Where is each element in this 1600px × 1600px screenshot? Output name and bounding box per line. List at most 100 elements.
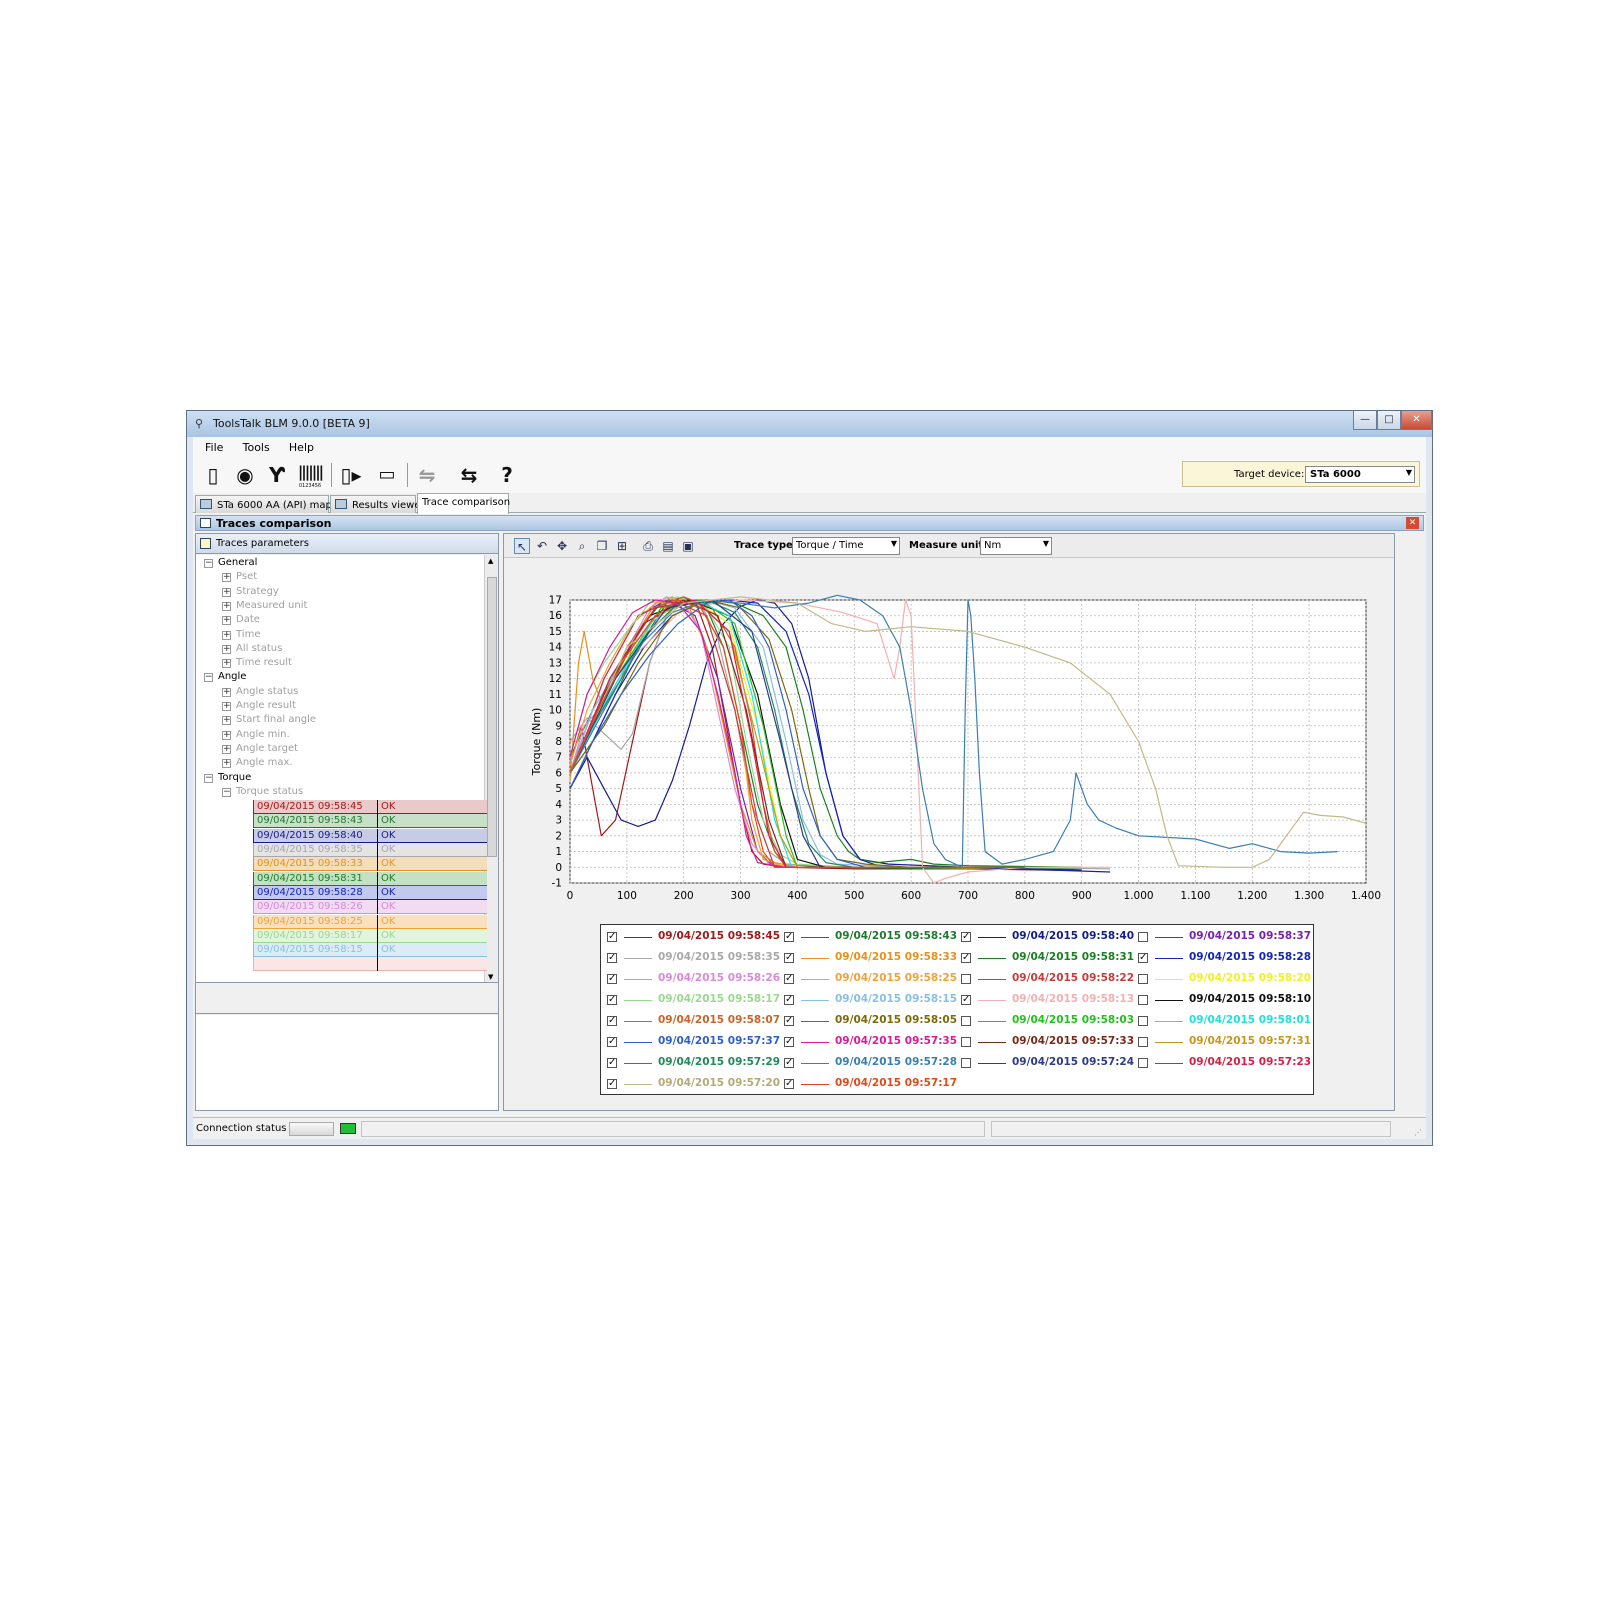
menu-tools[interactable]: Tools [243,441,270,454]
transfer-icon[interactable]: ⇋ [413,461,441,489]
legend-checkbox[interactable]: ✓ [784,1079,794,1089]
tree-expand-icon[interactable]: + [222,587,231,597]
pan-icon[interactable]: ✥ [554,538,570,554]
torque-status-row[interactable]: 09/04/2015 09:58:35 OK [253,843,487,857]
legend-checkbox[interactable] [961,974,971,984]
legend-item[interactable]: 09/04/2015 09:57:23 [1138,1056,1311,1070]
print-icon[interactable]: ⎙ [640,538,656,554]
legend-item[interactable]: ✓ 09/04/2015 09:57:20 [607,1077,780,1091]
legend-checkbox[interactable] [1138,995,1148,1005]
legend-item[interactable]: 09/04/2015 09:58:20 [1138,972,1311,986]
legend-item[interactable]: ✓ 09/04/2015 09:57:35 [784,1035,957,1049]
legend-item[interactable]: 09/04/2015 09:58:03 [961,1014,1134,1028]
panel-close-icon[interactable]: ✕ [1406,517,1419,529]
torque-status-row[interactable]: 09/04/2015 09:58:31 OK [253,871,487,886]
legend-item[interactable]: ✓ 09/04/2015 09:58:15 [784,993,957,1007]
legend-item[interactable]: ✓ 09/04/2015 09:58:17 [607,993,780,1007]
legend-item[interactable]: ✓ 09/04/2015 09:58:33 [784,951,957,965]
close-button[interactable]: ✕ [1401,411,1432,430]
maximize-button[interactable]: □ [1377,411,1401,430]
legend-item[interactable]: 09/04/2015 09:58:10 [1138,993,1311,1007]
legend-checkbox[interactable] [961,1016,971,1026]
legend-item[interactable]: 09/04/2015 09:57:31 [1138,1035,1311,1049]
legend-checkbox[interactable] [1138,1016,1148,1026]
tree-collapse-icon[interactable]: − [204,559,213,568]
legend-item[interactable]: ✓ 09/04/2015 09:58:07 [607,1014,780,1028]
resize-grip-icon[interactable]: ⋰ [1414,1128,1422,1137]
legend-item[interactable]: ✓ 09/04/2015 09:58:28 [1138,951,1311,965]
tree-group-label[interactable]: General [218,557,257,568]
legend-checkbox[interactable]: ✓ [607,974,617,984]
legend-checkbox[interactable]: ✓ [607,1037,617,1047]
tab-api-map[interactable]: STa 6000 AA (API) map [195,495,332,513]
legend-checkbox[interactable]: ✓ [607,932,617,942]
tree-item-label[interactable]: Strategy [236,586,279,597]
legend-item[interactable]: ✓ 09/04/2015 09:58:45 [607,930,780,944]
torque-status-row[interactable]: 09/04/2015 09:58:33 OK [253,857,487,872]
zoom-icon[interactable]: ⌕ [574,538,590,554]
tree-expand-icon[interactable]: + [222,601,231,611]
wrench-icon[interactable]: Ƴ [263,461,291,489]
legend-item[interactable]: 09/04/2015 09:58:22 [961,972,1134,986]
copy-icon[interactable]: ❐ [594,538,610,554]
controller-icon[interactable]: ▯ [199,461,227,489]
torque-status-row[interactable]: 09/04/2015 09:58:40 OK [253,828,487,843]
legend-item[interactable]: ✓ 09/04/2015 09:57:17 [784,1077,957,1091]
legend-item[interactable]: ✓ 09/04/2015 09:58:26 [607,972,780,986]
legend-checkbox[interactable]: ✓ [607,1079,617,1089]
menu-help[interactable]: Help [289,441,314,454]
torque-status-row[interactable]: 09/04/2015 09:58:17 OK [253,928,487,943]
torque-status-row[interactable]: 09/04/2015 09:58:15 OK [253,943,487,958]
tree-item-label[interactable]: Angle result [236,700,296,711]
tree-item-label[interactable]: Time [236,629,260,640]
legend-item[interactable]: ✓ 09/04/2015 09:57:28 [784,1056,957,1070]
tree-item-label[interactable]: Time result [236,657,292,668]
legend-checkbox[interactable]: ✓ [607,1016,617,1026]
scroll-thumb[interactable] [487,577,497,857]
legend-checkbox[interactable] [1138,974,1148,984]
tree-item-label[interactable]: Angle target [236,743,298,754]
tree-expand-icon[interactable]: + [222,616,231,626]
tree-item-label[interactable]: Torque status [236,786,303,797]
tree-expand-icon[interactable]: + [222,716,231,726]
legend-item[interactable]: ✓ 09/04/2015 09:58:31 [961,951,1134,965]
measure-unit-select[interactable]: Nm ▼ [980,537,1052,555]
tree-item-label[interactable]: Angle status [236,686,298,697]
tree-expand-icon[interactable]: + [222,644,231,654]
legend-checkbox[interactable]: ✓ [607,1058,617,1068]
legend-checkbox[interactable]: ✓ [784,1037,794,1047]
tree-item-label[interactable]: Angle max. [236,757,293,768]
tree-expand-icon[interactable]: + [222,702,231,711]
minimize-button[interactable]: — [1353,411,1377,430]
tree-expand-icon[interactable]: + [222,744,231,754]
tab-results-viewer[interactable]: Results viewer [330,495,425,513]
legend-item[interactable]: 09/04/2015 09:57:33 [961,1035,1134,1049]
tool-connect-icon[interactable]: ▯▸ [337,461,365,489]
legend-checkbox[interactable]: ✓ [784,1016,794,1026]
tree-item-label[interactable]: Start final angle [236,714,316,725]
sync-icon[interactable]: ⇆ [455,461,483,489]
torque-status-row[interactable]: 09/04/2015 09:58:28 OK [253,885,487,900]
torque-status-row[interactable]: 09/04/2015 09:58:43 OK [253,814,487,829]
legend-checkbox[interactable] [1138,1058,1148,1068]
barcode-icon[interactable]: ||||||| 0123456 [295,461,325,489]
torque-status-row[interactable]: 09/04/2015 09:58:25 OK [253,914,487,929]
tree-expand-icon[interactable]: + [222,630,231,640]
legend-item[interactable]: ✓ 09/04/2015 09:58:40 [961,930,1134,944]
tab-trace-comparison[interactable]: Trace comparison [417,493,510,514]
legend-checkbox[interactable]: ✓ [961,932,971,942]
scroll-up-icon[interactable]: ▲ [488,557,493,565]
tree-group-label[interactable]: Torque [218,772,251,783]
legend-item[interactable]: ✓ 09/04/2015 09:57:37 [607,1035,780,1049]
monitor-icon[interactable]: ▭ [373,461,401,489]
tree-expand-icon[interactable]: + [222,687,231,697]
torque-status-row[interactable]: 09/04/2015 09:58:45 OK [253,800,487,815]
tree-expand-icon[interactable]: + [222,573,231,583]
legend-item[interactable]: ✓ 09/04/2015 09:57:29 [607,1056,780,1070]
tree-expand-icon[interactable]: + [222,759,231,769]
scroll-down-icon[interactable]: ▼ [488,973,493,981]
pointer-icon[interactable]: ↖ [514,538,530,554]
legend-item[interactable]: 09/04/2015 09:58:01 [1138,1014,1311,1028]
trace-type-select[interactable]: Torque / Time ▼ [792,537,900,555]
legend-checkbox[interactable]: ✓ [607,953,617,963]
